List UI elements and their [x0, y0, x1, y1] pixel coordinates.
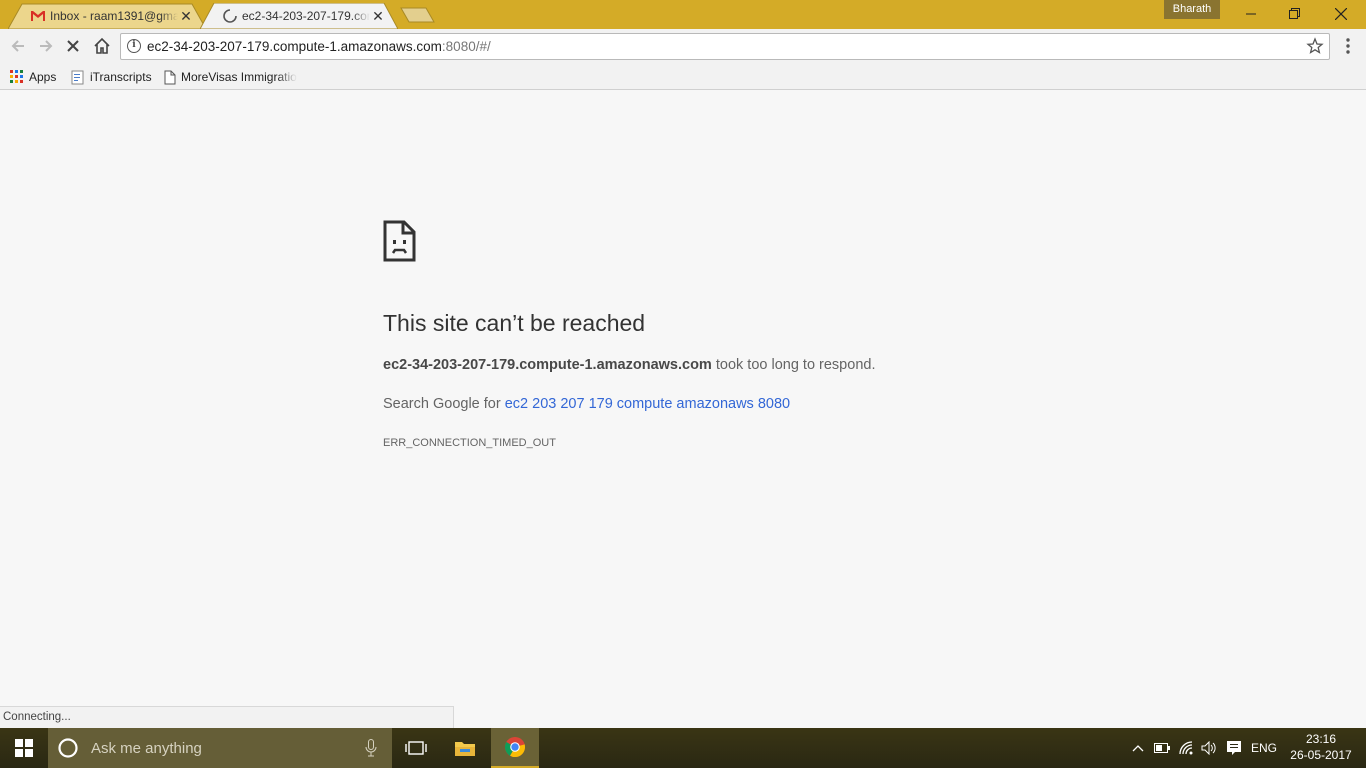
- error-code: ERR_CONNECTION_TIMED_OUT: [383, 437, 556, 449]
- stop-button[interactable]: [63, 36, 83, 56]
- tab-title: Inbox - raam1391@gmail.com: [50, 9, 178, 23]
- chevron-up-icon: [1132, 745, 1144, 752]
- file-explorer-button[interactable]: [441, 728, 489, 768]
- back-arrow-icon: [11, 40, 24, 52]
- windows-logo-icon: [15, 739, 33, 757]
- folder-icon: [455, 742, 475, 756]
- taskbar-clock[interactable]: 23:16 26-05-2017: [1284, 731, 1358, 763]
- tab-title: ec2-34-203-207-179.compute-1.amazonaws.c…: [242, 9, 370, 23]
- close-window-button[interactable]: [1318, 0, 1364, 28]
- action-center-button[interactable]: [1223, 728, 1245, 768]
- clock-date: 26-05-2017: [1290, 748, 1352, 762]
- status-bubble: Connecting...: [0, 706, 454, 728]
- tab-gmail-inbox[interactable]: Inbox - raam1391@gmail.com ✕: [8, 3, 206, 29]
- stop-icon: [67, 40, 79, 52]
- restore-button[interactable]: [1272, 0, 1318, 28]
- forward-button[interactable]: [36, 36, 56, 56]
- bookmark-label: MoreVisas Immigration: [181, 70, 297, 84]
- clock-time: 23:16: [1305, 732, 1337, 746]
- wifi-icon: [1179, 741, 1193, 755]
- info-icon[interactable]: i: [127, 39, 141, 53]
- profile-button[interactable]: Bharath: [1164, 0, 1220, 19]
- start-button[interactable]: [0, 728, 48, 768]
- input-language[interactable]: ENG: [1248, 728, 1280, 768]
- close-icon: [1335, 8, 1347, 20]
- tab-ec2-active[interactable]: ec2-34-203-207-179.compute-1.amazonaws.c…: [200, 3, 398, 29]
- itranscripts-icon: [71, 70, 84, 85]
- chrome-taskbar-button[interactable]: [491, 728, 539, 768]
- close-tab-icon[interactable]: ✕: [370, 8, 386, 24]
- minimize-icon: [1246, 13, 1256, 15]
- battery-icon: [1154, 743, 1170, 753]
- search-prefix: Search Google for: [383, 396, 505, 412]
- wifi-button[interactable]: [1177, 728, 1197, 768]
- bookmark-itranscripts[interactable]: iTranscripts: [71, 67, 152, 87]
- minimize-button[interactable]: [1228, 0, 1274, 28]
- close-tab-icon[interactable]: ✕: [178, 8, 194, 24]
- bookmark-morevisas[interactable]: MoreVisas Immigration: [164, 67, 297, 87]
- apps-grid-icon: [10, 70, 23, 83]
- microphone-icon[interactable]: [365, 739, 377, 757]
- error-description: ec2-34-203-207-179.compute-1.amazonaws.c…: [383, 357, 875, 373]
- error-page: This site can’t be reached ec2-34-203-20…: [0, 90, 1366, 728]
- bookmark-label: iTranscripts: [90, 70, 152, 84]
- back-button[interactable]: [8, 36, 28, 56]
- notifications-icon: [1227, 741, 1241, 755]
- bookmarks-bar: Apps iTranscripts MoreVisas Immigration: [0, 63, 1366, 90]
- bookmark-label: Apps: [29, 70, 57, 84]
- chrome-icon: [504, 737, 526, 758]
- address-bar[interactable]: i ec2-34-203-207-179.compute-1.amazonaws…: [120, 33, 1330, 60]
- show-hidden-icons-button[interactable]: [1128, 728, 1148, 768]
- cortana-search-box[interactable]: Ask me anything: [48, 728, 392, 768]
- browser-toolbar: i ec2-34-203-207-179.compute-1.amazonaws…: [0, 29, 1366, 63]
- error-host-suffix: took too long to respond.: [711, 357, 876, 373]
- search-placeholder: Ask me anything: [91, 739, 202, 757]
- volume-button[interactable]: [1199, 728, 1219, 768]
- new-tab-button[interactable]: [400, 7, 436, 23]
- address-url: ec2-34-203-207-179.compute-1.amazonaws.c…: [147, 39, 491, 54]
- cortana-icon: [58, 738, 78, 758]
- loading-spinner-icon: [222, 8, 238, 24]
- error-host: ec2-34-203-207-179.compute-1.amazonaws.c…: [383, 357, 712, 373]
- title-bar: Inbox - raam1391@gmail.com ✕ ec2-34-203-…: [0, 0, 1366, 29]
- battery-button[interactable]: [1152, 728, 1172, 768]
- restore-icon: [1289, 8, 1300, 19]
- gmail-icon: [30, 8, 46, 24]
- home-button[interactable]: [92, 36, 112, 56]
- windows-taskbar: Ask me anything ENG 23:16 26-05-2017: [0, 728, 1366, 768]
- star-bookmark-icon[interactable]: [1306, 37, 1324, 55]
- task-view-button[interactable]: [392, 728, 440, 768]
- page-icon: [164, 70, 176, 84]
- menu-dots-icon[interactable]: [1340, 37, 1356, 57]
- forward-arrow-icon: [40, 40, 53, 52]
- speaker-icon: [1201, 741, 1216, 755]
- error-heading: This site can’t be reached: [383, 310, 646, 336]
- bookmark-apps[interactable]: Apps: [10, 67, 56, 87]
- search-google-link[interactable]: ec2 203 207 179 compute amazonaws 8080: [505, 396, 790, 412]
- sad-page-icon: [383, 220, 416, 262]
- home-icon: [94, 37, 110, 54]
- search-suggestion: Search Google for ec2 203 207 179 comput…: [383, 396, 790, 412]
- task-view-icon: [405, 741, 427, 755]
